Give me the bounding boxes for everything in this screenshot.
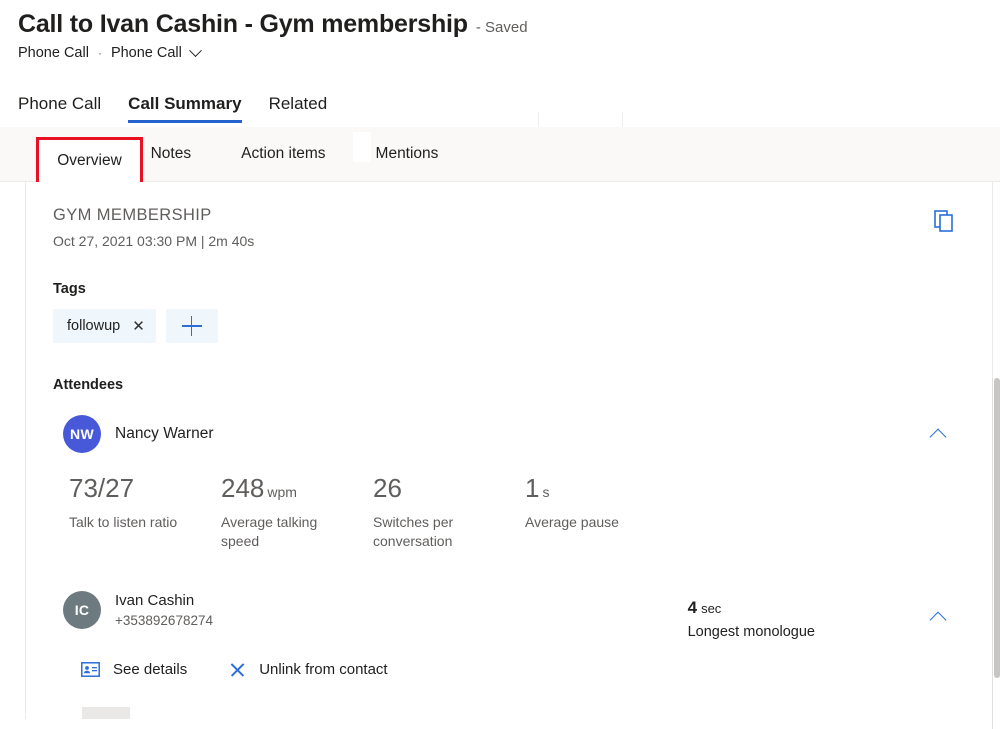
- call-subject: GYM MEMBERSHIP: [53, 206, 965, 225]
- inner-tab-bar: Overview Notes Action items Mentions Ove…: [0, 127, 1000, 182]
- metric-value: 1: [525, 473, 539, 503]
- tab-call-summary[interactable]: Call Summary: [128, 94, 255, 123]
- contact-card-icon: [81, 662, 100, 677]
- metric-label: Switches per conversation: [373, 513, 508, 551]
- record-subline: Phone Call · Phone Call: [18, 45, 1000, 61]
- metric-value: 248: [221, 473, 264, 503]
- attendee-phone: +353892678274: [115, 613, 213, 628]
- tab-related[interactable]: Related: [269, 94, 342, 123]
- metric-unit: s: [542, 484, 549, 500]
- attendee-info: Ivan Cashin +353892678274: [115, 592, 213, 628]
- metric-value: 73/27: [69, 473, 134, 503]
- unlink-from-contact-link[interactable]: Unlink from contact: [229, 661, 387, 678]
- record-title-line: Call to Ivan Cashin - Gym membership - S…: [18, 10, 1000, 39]
- content-scrollbar[interactable]: [992, 378, 1000, 729]
- inner-tab-mentions[interactable]: Mentions: [376, 145, 439, 163]
- attendee-row[interactable]: NW Nancy Warner: [53, 415, 965, 453]
- plus-icon: [182, 316, 202, 336]
- inner-tab-notes[interactable]: Notes: [151, 145, 192, 163]
- call-summary-card: GYM MEMBERSHIP Oct 27, 2021 03:30 PM | 2…: [25, 182, 993, 719]
- tags-label: Tags: [53, 281, 965, 297]
- copy-icon[interactable]: [931, 208, 957, 234]
- attendee-metrics: 73/27 Talk to listen ratio 248wpm Averag…: [53, 475, 965, 551]
- metric-label: Average pause: [525, 513, 660, 532]
- tags-section: Tags followup ✕: [26, 281, 992, 343]
- form-selector[interactable]: Phone Call: [111, 45, 200, 61]
- inner-tab-overview[interactable]: Overview: [36, 137, 143, 185]
- contact-actions: See details Unlink from contact: [53, 661, 965, 678]
- metric-talk-to-listen-ratio: 73/27 Talk to listen ratio: [69, 475, 221, 551]
- tags-row: followup ✕: [53, 309, 965, 343]
- chevron-down-icon: [189, 44, 202, 57]
- scrollbar-thumb[interactable]: [994, 378, 1000, 678]
- main-tab-bar: Phone Call Call Summary Related: [0, 83, 1000, 123]
- attendee-name: Ivan Cashin: [115, 592, 213, 609]
- tab-phone-call[interactable]: Phone Call: [18, 94, 115, 123]
- metric-average-pause: 1s Average pause: [525, 475, 677, 551]
- metric-longest-monologue: 4 sec Longest monologue: [688, 599, 815, 640]
- see-details-label: See details: [113, 661, 187, 678]
- save-state-label: - Saved: [476, 19, 528, 36]
- chevron-up-icon[interactable]: [931, 426, 947, 442]
- metric-label: Average talking speed: [221, 513, 356, 551]
- record-header: Call to Ivan Cashin - Gym membership - S…: [0, 0, 1000, 61]
- metric-label: Longest monologue: [688, 624, 815, 640]
- attendees-section: Attendees NW Nancy Warner 73/27 Talk to …: [26, 377, 992, 678]
- attendee-row[interactable]: IC Ivan Cashin +353892678274 4sec Longes…: [53, 591, 965, 629]
- metric-switches-per-conversation: 26 Switches per conversation: [373, 475, 525, 551]
- bottom-partial-element: [82, 707, 130, 719]
- metric-value: 26: [373, 473, 402, 503]
- entity-type-label: Phone Call: [18, 45, 89, 61]
- chevron-up-icon[interactable]: [931, 609, 947, 625]
- close-icon: [229, 661, 246, 678]
- unlink-label: Unlink from contact: [259, 661, 387, 678]
- add-tag-button[interactable]: [166, 309, 218, 343]
- attendee-name: Nancy Warner: [115, 425, 213, 443]
- inner-tab-action-items[interactable]: Action items: [241, 145, 325, 163]
- tag-label: followup: [67, 318, 120, 334]
- call-header: GYM MEMBERSHIP Oct 27, 2021 03:30 PM | 2…: [26, 206, 992, 249]
- call-datetime-duration: Oct 27, 2021 03:30 PM | 2m 40s: [53, 233, 965, 249]
- tag-chip[interactable]: followup ✕: [53, 309, 156, 343]
- attendees-label: Attendees: [53, 377, 965, 393]
- metric-label: Talk to listen ratio: [69, 513, 204, 532]
- content-area: GYM MEMBERSHIP Oct 27, 2021 03:30 PM | 2…: [0, 182, 1000, 719]
- breadcrumb-separator: ·: [98, 46, 102, 60]
- metric-unit: wpm: [267, 484, 297, 500]
- page-title: Call to Ivan Cashin - Gym membership: [18, 10, 468, 39]
- close-icon[interactable]: ✕: [132, 319, 145, 334]
- avatar: NW: [63, 415, 101, 453]
- metric-unit: sec: [701, 601, 721, 616]
- metric-value: 4: [688, 598, 697, 617]
- metric-average-talking-speed: 248wpm Average talking speed: [221, 475, 373, 551]
- avatar: IC: [63, 591, 101, 629]
- form-name-label: Phone Call: [111, 45, 182, 61]
- see-details-link[interactable]: See details: [81, 661, 187, 678]
